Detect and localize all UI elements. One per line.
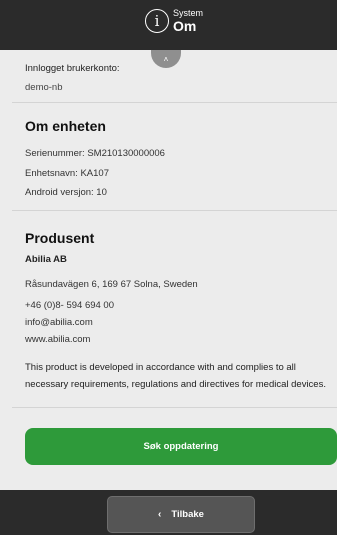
producer-section-title: Produsent [25,230,95,246]
account-label: Innlogget brukerkonto: [25,63,120,74]
account-value: demo-nb [25,82,63,93]
about-content[interactable]: Innlogget brukerkonto: demo-nb Om enhete… [0,50,337,490]
android-version-row: Android versjon: 10 [25,187,107,198]
chevron-up-icon: ˄ [163,55,169,64]
company-website: www.abilia.com [25,334,91,345]
android-version-value: 10 [96,187,107,198]
header-text: System Om [173,8,203,34]
device-name-value: KA107 [80,168,109,179]
page-title: Om [173,18,197,34]
top-bar: i System Om [0,0,337,50]
back-button[interactable]: ‹ Tilbake [107,496,255,533]
company-email: info@abilia.com [25,317,93,328]
device-name-label: Enhetsnavn: [25,168,78,179]
back-button-label: Tilbake [171,509,204,520]
info-icon: i [145,9,169,33]
divider [12,102,337,103]
divider [12,407,337,408]
company-name: Abilia AB [25,254,67,265]
android-version-label: Android versjon: [25,187,94,198]
divider [12,210,337,211]
search-update-button[interactable]: Søk oppdatering [25,428,337,465]
company-phone: +46 (0)8- 594 694 00 [25,300,114,311]
device-section-title: Om enheten [25,118,106,134]
serial-number-label: Serienummer: [25,148,85,159]
company-address: Råsundavägen 6, 169 67 Solna, Sweden [25,279,198,290]
compliance-text: This product is developed in accordance … [25,362,326,390]
serial-number-value: SM210130000006 [87,148,165,159]
bottom-bar: ‹ Tilbake [0,490,337,535]
device-name-row: Enhetsnavn: KA107 [25,168,109,179]
header-title-group: i System Om [145,8,203,34]
serial-number-row: Serienummer: SM210130000006 [25,148,165,159]
chevron-left-icon: ‹ [158,509,162,520]
